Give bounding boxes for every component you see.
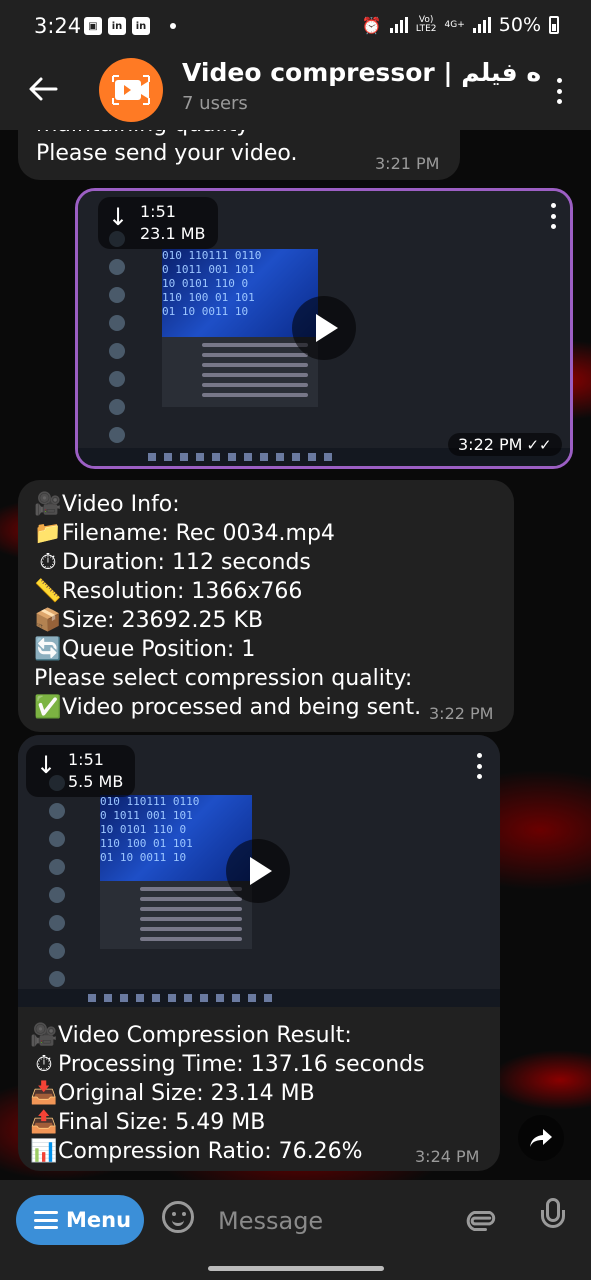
microphone-icon[interactable] <box>538 1196 568 1242</box>
inbox-icon: 📥 <box>30 1081 58 1106</box>
video-message[interactable]: 010 110111 0110 0 1011 001 101 10 0101 110… <box>18 735 500 1171</box>
ruler-icon: 📏 <box>34 579 62 604</box>
refresh-icon: 🔄 <box>34 637 62 662</box>
navigation-bar <box>0 1262 591 1280</box>
media-info[interactable]: ↓ 1:51 23.1 MB <box>98 197 218 249</box>
stopwatch-icon: ⏱ <box>35 1052 53 1077</box>
result-line: 📤Final Size: 5.49 MB <box>30 1110 266 1135</box>
info-line: 🎥Video Info: <box>34 492 180 517</box>
more-options-icon[interactable] <box>549 74 569 108</box>
signal-icon <box>389 17 408 33</box>
more-notifications-icon <box>170 23 176 29</box>
package-icon: 📦 <box>34 608 62 633</box>
read-checks-icon: ✓✓ <box>526 436 552 454</box>
info-line: 🔄Queue Position: 1 <box>34 637 256 662</box>
forward-icon[interactable] <box>518 1115 564 1161</box>
member-count[interactable]: 7 users <box>182 93 248 114</box>
network-type: 4G+ <box>444 19 465 30</box>
info-line: ⏱ Duration: 112 seconds <box>34 548 421 577</box>
video-size: 5.5 MB <box>68 772 124 791</box>
video-message[interactable]: 010 110111 0110 0 1011 001 101 10 0101 110… <box>75 188 573 469</box>
result-line: 📥Original Size: 23.14 MB <box>30 1081 315 1106</box>
info-line: Please select compression quality: <box>34 666 413 691</box>
download-icon[interactable]: ↓ <box>36 751 56 779</box>
menu-label: Menu <box>66 1208 132 1232</box>
message-time: 3:24 PM <box>415 1147 480 1166</box>
gallery-icon: ▣ <box>84 17 102 35</box>
attach-icon[interactable] <box>452 1196 503 1247</box>
avatar[interactable] <box>99 58 163 122</box>
compression-result-text: 🎥Video Compression Result: ⏱ Processing T… <box>30 1021 424 1166</box>
battery-icon <box>549 16 559 34</box>
stopwatch-icon: ⏱ <box>39 550 57 575</box>
info-line: 📦Size: 23692.25 KB <box>34 608 264 633</box>
home-indicator[interactable] <box>208 1266 384 1271</box>
result-line: ⏱ Processing Time: 137.16 seconds <box>30 1050 424 1079</box>
volte-indicator: Vo) LTE2 <box>415 15 437 34</box>
folder-icon: 📁 <box>34 521 62 546</box>
result-line: 📊Compression Ratio: 76.26% <box>30 1139 363 1164</box>
play-button[interactable] <box>226 839 290 903</box>
check-icon: ✅ <box>34 695 62 720</box>
linkedin-icon: in <box>108 17 126 35</box>
system-icons: ⏰ Vo) LTE2 4G+ 50% <box>362 14 559 36</box>
video-duration: 1:51 <box>140 202 176 221</box>
message-input[interactable] <box>216 1198 440 1244</box>
bar-chart-icon: 📊 <box>30 1139 58 1164</box>
linkedin-icon: in <box>132 17 150 35</box>
message-text: Please send your video. <box>36 141 298 166</box>
signal-icon <box>472 17 491 33</box>
camera-icon: 🎥 <box>30 1023 58 1048</box>
video-thumbnail[interactable]: 010 110111 0110 0 1011 001 101 10 0101 110… <box>18 735 500 1007</box>
video-thumbnail[interactable]: 010 110111 0110 0 1011 001 101 10 0101 110… <box>78 191 570 466</box>
download-icon[interactable]: ↓ <box>108 203 128 231</box>
info-line: 📁Filename: Rec 0034.mp4 <box>34 521 335 546</box>
message-bubble[interactable]: 🎥Video Info: 📁Filename: Rec 0034.mp4 ⏱ Du… <box>18 480 514 732</box>
emoji-icon[interactable] <box>162 1201 194 1233</box>
more-options-icon[interactable] <box>474 753 484 779</box>
result-line: 🎥Video Compression Result: <box>30 1023 352 1048</box>
message-time: 3:22 PM ✓✓ <box>448 433 562 456</box>
input-bar: Menu <box>0 1180 591 1262</box>
status-time: 3:24 <box>34 14 82 38</box>
message-time: 3:21 PM <box>375 154 440 173</box>
menu-button[interactable]: Menu <box>16 1195 144 1245</box>
message-time: 3:22 PM <box>429 704 494 723</box>
status-bar: 3:24 ▣ in in ⏰ Vo) LTE2 4G+ 50% <box>0 0 591 56</box>
more-options-icon[interactable] <box>548 203 558 229</box>
alarm-icon: ⏰ <box>361 15 382 35</box>
video-duration: 1:51 <box>68 750 104 769</box>
camera-icon: 🎥 <box>34 492 62 517</box>
video-info-text: 🎥Video Info: 📁Filename: Rec 0034.mp4 ⏱ Du… <box>34 490 421 722</box>
video-compress-icon <box>112 75 150 105</box>
chat-title[interactable]: Video compressor | فشرده فیلم <box>182 58 542 87</box>
media-info[interactable]: ↓ 1:51 5.5 MB <box>26 745 136 797</box>
battery-percent: 50% <box>498 14 541 36</box>
chat-area[interactable]: maintaining quality Please send your vid… <box>0 130 591 1180</box>
menu-icon <box>34 1211 58 1229</box>
message-bubble[interactable]: maintaining quality Please send your vid… <box>18 130 460 180</box>
message-text: maintaining quality <box>36 130 297 139</box>
chat-header: Video compressor | فشرده فیلم 7 users <box>0 56 591 130</box>
notification-icons: ▣ in in <box>84 17 176 35</box>
play-button[interactable] <box>292 296 356 360</box>
outbox-icon: 📤 <box>30 1110 58 1135</box>
info-line: 📏Resolution: 1366x766 <box>34 579 303 604</box>
back-arrow-icon[interactable] <box>24 70 62 108</box>
video-size: 23.1 MB <box>140 224 206 243</box>
info-line: ✅Video processed and being sent. <box>34 695 422 720</box>
